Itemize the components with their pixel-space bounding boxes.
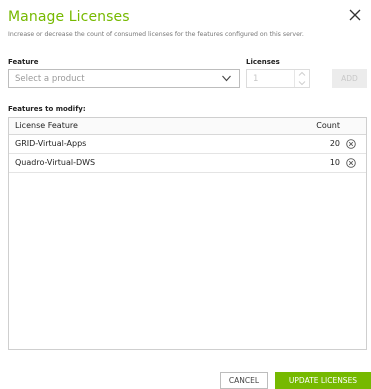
table-row: GRID-Virtual-Apps 20 [9, 135, 366, 154]
add-button[interactable]: ADD [332, 69, 367, 88]
row-count: 20 [329, 139, 340, 148]
row-feature: Quadro-Virtual-DWS [15, 158, 96, 167]
licenses-label: Licenses [246, 58, 280, 66]
close-icon[interactable] [348, 8, 362, 22]
cancel-button[interactable]: CANCEL [220, 372, 268, 389]
feature-select-placeholder: Select a product [15, 74, 85, 84]
features-table: License Feature Count GRID-Virtual-Apps … [8, 117, 367, 350]
header-count: Count [316, 121, 340, 130]
dialog-subtitle: Increase or decrease the count of consum… [8, 31, 304, 38]
remove-circle-icon[interactable] [346, 139, 356, 149]
stepper-up-icon[interactable] [295, 70, 309, 78]
update-licenses-button[interactable]: UPDATE LICENSES [275, 372, 371, 389]
remove-circle-icon[interactable] [346, 158, 356, 168]
row-count: 10 [329, 158, 340, 167]
stepper-arrows[interactable] [294, 70, 309, 87]
features-to-modify-label: Features to modify: [8, 105, 86, 113]
stepper-down-icon[interactable] [295, 79, 309, 87]
header-license-feature: License Feature [15, 121, 78, 130]
row-feature: GRID-Virtual-Apps [15, 139, 87, 148]
feature-select[interactable]: Select a product [8, 69, 240, 88]
dialog-title: Manage Licenses [8, 9, 130, 25]
table-row: Quadro-Virtual-DWS 10 [9, 154, 366, 173]
chevron-down-icon [222, 75, 231, 82]
table-header: License Feature Count [9, 118, 366, 135]
licenses-value: 1 [253, 74, 259, 84]
licenses-stepper[interactable]: 1 [246, 69, 310, 88]
feature-label: Feature [8, 58, 39, 66]
